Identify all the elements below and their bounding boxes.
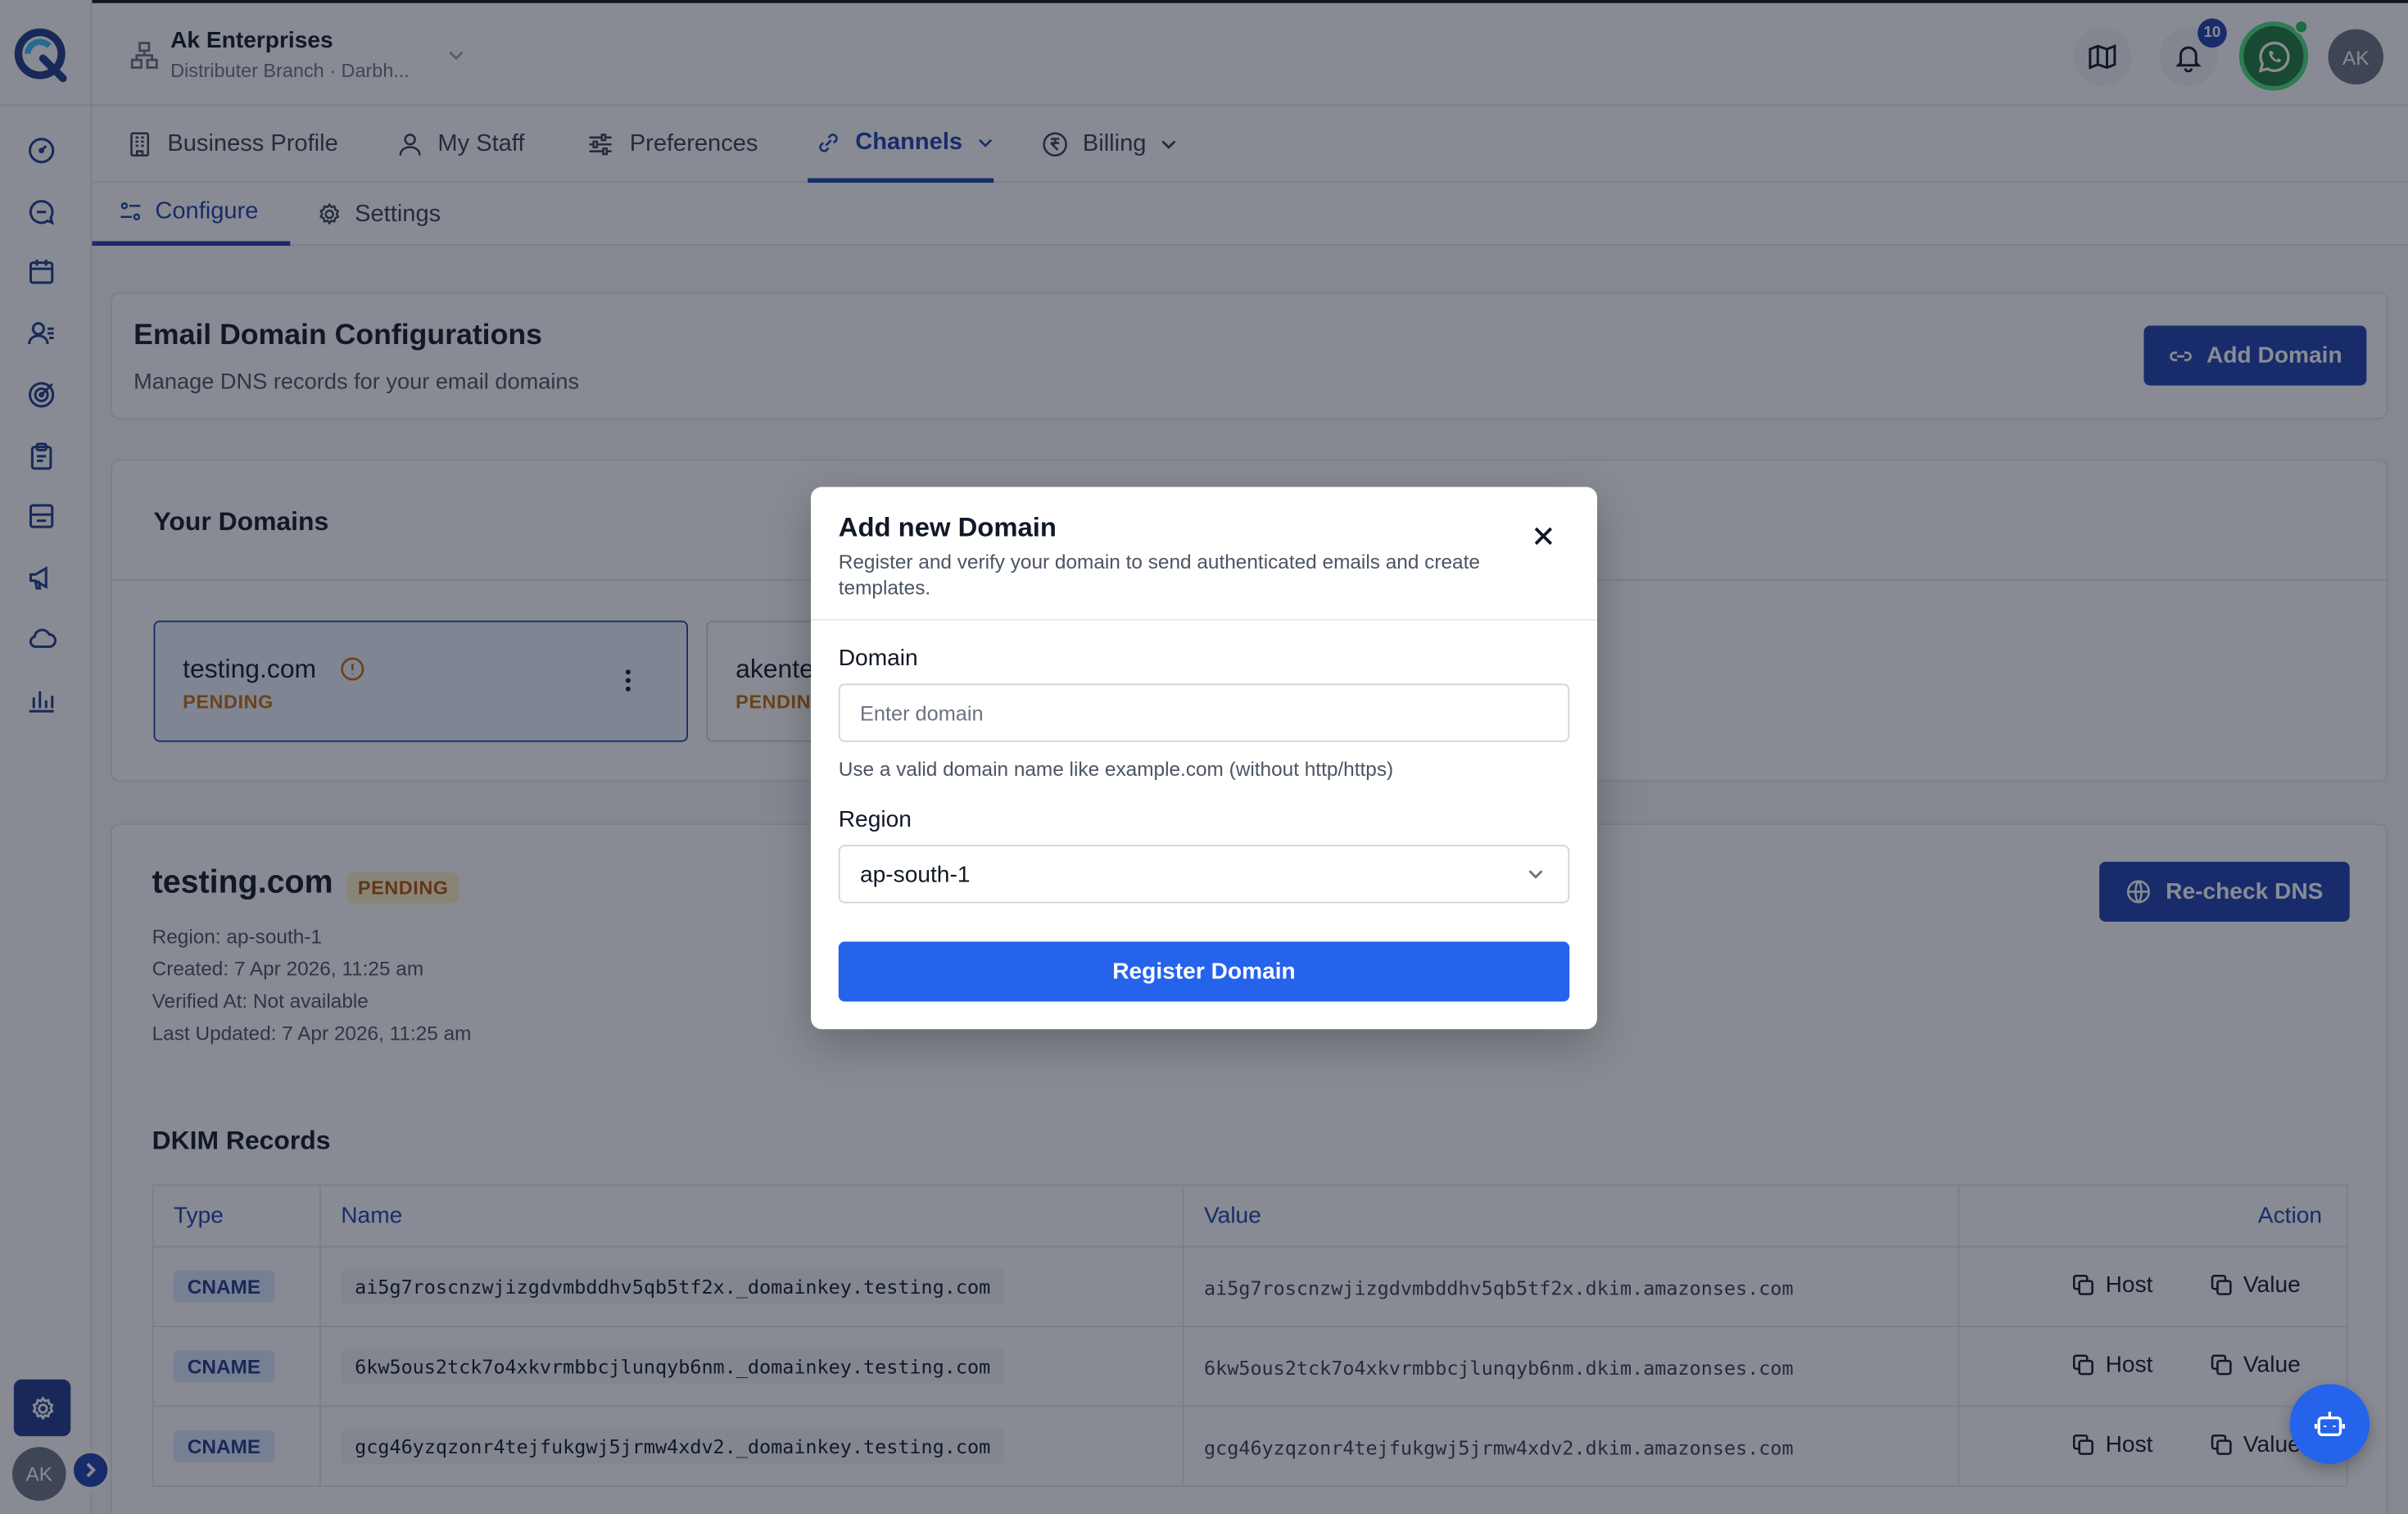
- bot-icon: [2314, 1412, 2345, 1436]
- region-label: Region: [838, 806, 912, 833]
- modal-description: Register and verify your domain to send …: [838, 550, 1480, 600]
- domain-label: Domain: [838, 645, 918, 672]
- chevron-down-icon: [1528, 870, 1543, 879]
- modal-divider: [811, 619, 1597, 621]
- modal-title: Add new Domain: [838, 511, 1057, 542]
- assistant-fab-button[interactable]: [2289, 1384, 2370, 1464]
- app-root: AK Ak Enterprises Distributer Branch · D…: [0, 0, 2408, 1514]
- domain-help-text: Use a valid domain name like example.com…: [838, 757, 1394, 781]
- register-domain-button[interactable]: Register Domain: [838, 941, 1570, 1002]
- add-domain-modal: Add new Domain Register and verify your …: [811, 487, 1597, 1030]
- region-selected-value: ap-south-1: [860, 860, 971, 887]
- close-icon[interactable]: [1528, 521, 1559, 552]
- domain-input[interactable]: [838, 683, 1570, 742]
- region-select[interactable]: ap-south-1: [838, 845, 1570, 904]
